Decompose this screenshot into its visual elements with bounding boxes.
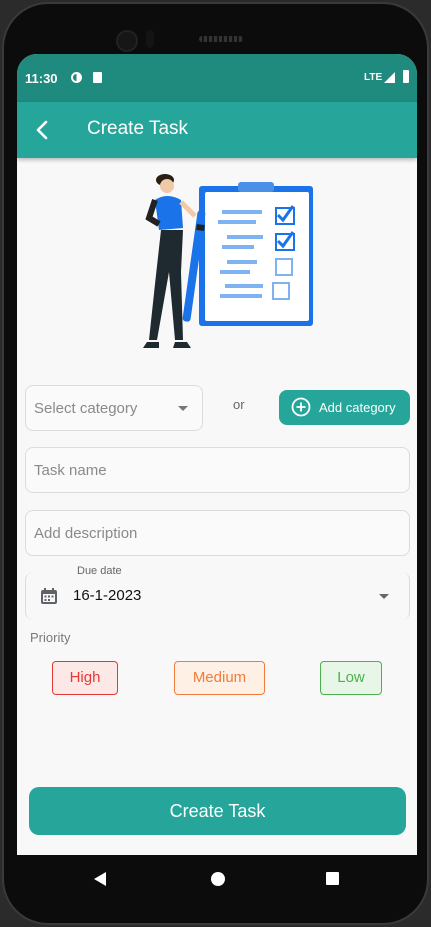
sim-card-icon: [93, 72, 102, 83]
due-date-value: 16-1-2023: [73, 587, 142, 604]
data-saver-icon: [71, 72, 82, 83]
signal-icon: [384, 72, 395, 83]
sensor: [146, 30, 154, 48]
category-select[interactable]: Select category: [25, 385, 203, 431]
battery-icon: [403, 70, 409, 83]
due-date-label: Due date: [73, 565, 126, 577]
create-task-button[interactable]: Create Task: [29, 787, 406, 835]
or-separator: or: [233, 397, 245, 412]
nav-home-icon[interactable]: [211, 872, 225, 886]
screen: 11:30 LTE Create Task Select category or…: [17, 54, 417, 855]
task-name-input[interactable]: Task name: [25, 447, 410, 493]
status-time: 11:30: [25, 71, 58, 86]
status-bar: 11:30 LTE: [17, 54, 417, 102]
nav-back-icon[interactable]: [94, 872, 106, 886]
speaker-grille: [199, 36, 243, 42]
description-input[interactable]: Add description: [25, 510, 410, 556]
dropdown-arrow-icon: [379, 594, 389, 599]
page-title: Create Task: [87, 118, 189, 139]
task-checklist-illustration: [143, 174, 313, 348]
system-nav-bar: [17, 855, 417, 903]
priority-low-chip[interactable]: Low: [320, 661, 382, 695]
dropdown-arrow-icon: [178, 406, 188, 411]
camera: [116, 30, 138, 52]
due-date-picker[interactable]: Due date 16-1-2023: [25, 565, 410, 620]
calendar-icon: [41, 588, 57, 604]
description-placeholder: Add description: [34, 525, 138, 542]
add-circle-icon: [291, 397, 311, 417]
app-bar: Create Task: [17, 102, 417, 158]
add-category-button[interactable]: Add category: [279, 390, 410, 425]
priority-medium-chip[interactable]: Medium: [174, 661, 265, 695]
task-name-placeholder: Task name: [34, 462, 107, 479]
add-category-label: Add category: [319, 400, 396, 415]
priority-label: Priority: [30, 630, 71, 645]
category-placeholder: Select category: [34, 400, 138, 417]
back-arrow-icon[interactable]: [31, 118, 55, 142]
network-type: LTE: [364, 72, 383, 83]
nav-recents-icon[interactable]: [326, 872, 339, 885]
priority-high-chip[interactable]: High: [52, 661, 118, 695]
